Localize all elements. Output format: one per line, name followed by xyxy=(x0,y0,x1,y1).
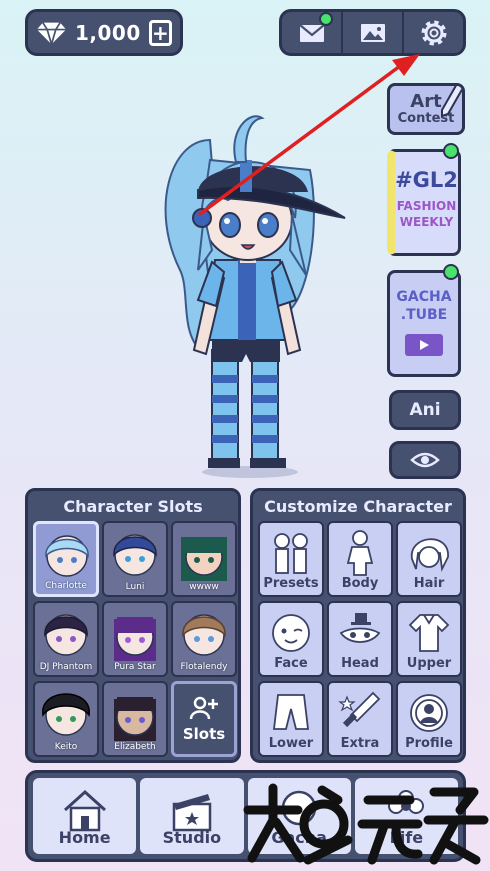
nav-gacha-label: Gacha xyxy=(271,828,327,847)
profile-label: Profile xyxy=(405,736,453,751)
nav-home[interactable]: Home xyxy=(33,778,137,854)
profile-button[interactable]: Profile xyxy=(396,681,462,757)
luni-portrait-icon xyxy=(113,534,157,576)
face-button[interactable]: Face xyxy=(258,601,324,677)
lower-button[interactable]: Lower xyxy=(258,681,324,757)
clapperboard-icon xyxy=(172,794,212,832)
character-slots-panel: Character Slots Charlotte Luni wwww DJ P… xyxy=(25,488,241,763)
charlotte-portrait-icon xyxy=(45,535,89,577)
gem-counter[interactable]: 1,000 + xyxy=(25,9,183,56)
sword-icon xyxy=(338,691,381,728)
character-slots-title: Character Slots xyxy=(63,496,203,516)
slot-label: Flotalendy xyxy=(180,662,228,672)
bottom-nav: Home Studio Gacha Life xyxy=(25,770,466,862)
extra-label: Extra xyxy=(340,736,380,751)
hair-icon xyxy=(411,538,449,573)
wwww-portrait-icon xyxy=(181,537,227,581)
nav-life-label: Life xyxy=(389,828,424,847)
mail-button[interactable] xyxy=(282,12,341,53)
slot-wwww[interactable]: wwww xyxy=(171,521,237,597)
eye-icon xyxy=(410,452,440,468)
ani-button[interactable]: Ani xyxy=(389,390,461,430)
shirt-icon xyxy=(408,614,450,652)
slots-button-label: Slots xyxy=(182,725,226,743)
slot-keito[interactable]: Keito xyxy=(33,681,99,757)
slot-label: Luni xyxy=(125,582,145,592)
settings-button[interactable] xyxy=(402,12,463,53)
shorts-icon xyxy=(272,694,310,730)
slot-charlotte[interactable]: Charlotte xyxy=(33,521,99,597)
gl2-title: #GL2 xyxy=(395,168,458,192)
eye-toggle-button[interactable] xyxy=(389,441,461,479)
slot-label: wwww xyxy=(189,582,219,592)
upper-button[interactable]: Upper xyxy=(396,601,462,677)
slot-dj-phantom[interactable]: DJ Phantom xyxy=(33,601,99,677)
face-icon xyxy=(272,614,310,652)
gallery-icon xyxy=(360,23,385,42)
top-toolbar xyxy=(279,9,466,56)
head-accessory-icon xyxy=(339,613,381,643)
life-flower-icon xyxy=(388,790,425,814)
flotalendy-portrait-icon xyxy=(182,614,226,656)
presets-label: Presets xyxy=(263,576,319,591)
slot-label: Pura Star xyxy=(114,662,156,672)
elizabeth-portrait-icon xyxy=(114,697,156,741)
profile-icon xyxy=(410,694,448,732)
hair-button[interactable]: Hair xyxy=(396,521,462,597)
gl2-fashion-weekly-card[interactable]: #GL2 FASHION WEEKLY xyxy=(387,149,461,256)
nav-life[interactable]: Life xyxy=(354,778,458,854)
body-label: Body xyxy=(341,576,379,591)
art-contest-title: Art xyxy=(410,90,442,112)
dj-phantom-portrait-icon xyxy=(44,614,88,656)
art-contest-button[interactable]: Art Contest xyxy=(387,83,465,135)
gl2-notification-dot xyxy=(443,143,459,159)
customize-character-title: Customize Character xyxy=(264,496,452,516)
slot-label: Keito xyxy=(54,742,78,752)
house-icon xyxy=(63,789,106,832)
character-preview[interactable] xyxy=(140,100,360,480)
slots-button[interactable]: Slots xyxy=(171,681,237,757)
slot-luni[interactable]: Luni xyxy=(102,521,168,597)
extra-button[interactable]: Extra xyxy=(327,681,393,757)
slot-label: Charlotte xyxy=(45,581,87,591)
head-label: Head xyxy=(341,656,379,671)
presets-button[interactable]: Presets xyxy=(258,521,324,597)
slot-label: Elizabeth xyxy=(114,742,156,752)
body-button[interactable]: Body xyxy=(327,521,393,597)
gem-count: 1,000 xyxy=(75,20,141,45)
gacha-tube-card[interactable]: GACHA .TUBE xyxy=(387,270,461,377)
gacha-tube-line2: .TUBE xyxy=(400,306,448,323)
pencil-icon xyxy=(441,86,462,118)
slot-elizabeth[interactable]: Elizabeth xyxy=(102,681,168,757)
head-button[interactable]: Head xyxy=(327,601,393,677)
keito-portrait-icon xyxy=(42,693,90,736)
gacha-tube-notification-dot xyxy=(443,264,459,280)
gl2-subtitle-line2: WEEKLY xyxy=(399,215,454,230)
play-icon xyxy=(405,334,443,356)
mail-notification-dot xyxy=(319,12,333,26)
gallery-button[interactable] xyxy=(341,12,402,53)
add-user-icon xyxy=(189,696,218,720)
gacha-tube-line1: GACHA xyxy=(396,289,452,305)
presets-icon xyxy=(274,533,308,574)
nav-home-label: Home xyxy=(58,828,111,847)
gl2-subtitle-line1: FASHION xyxy=(396,199,457,213)
hair-label: Hair xyxy=(413,576,445,591)
add-gems-button[interactable]: + xyxy=(148,19,172,46)
slot-label: DJ Phantom xyxy=(39,662,93,672)
slot-flotalendy[interactable]: Flotalendy xyxy=(171,601,237,677)
nav-gacha[interactable]: Gacha xyxy=(247,778,351,854)
lower-label: Lower xyxy=(268,736,314,751)
diamond-icon xyxy=(36,21,67,47)
upper-label: Upper xyxy=(406,656,452,671)
customize-character-panel: Customize Character Presets Body Hair Fa… xyxy=(250,488,466,763)
slot-pura-star[interactable]: Pura Star xyxy=(102,601,168,677)
face-label: Face xyxy=(274,656,308,671)
pura-star-portrait-icon xyxy=(114,617,156,661)
body-icon xyxy=(346,530,374,576)
nav-studio-label: Studio xyxy=(162,828,222,847)
gacha-moon-icon xyxy=(281,790,317,826)
nav-studio[interactable]: Studio xyxy=(140,778,244,854)
settings-icon xyxy=(421,20,446,45)
